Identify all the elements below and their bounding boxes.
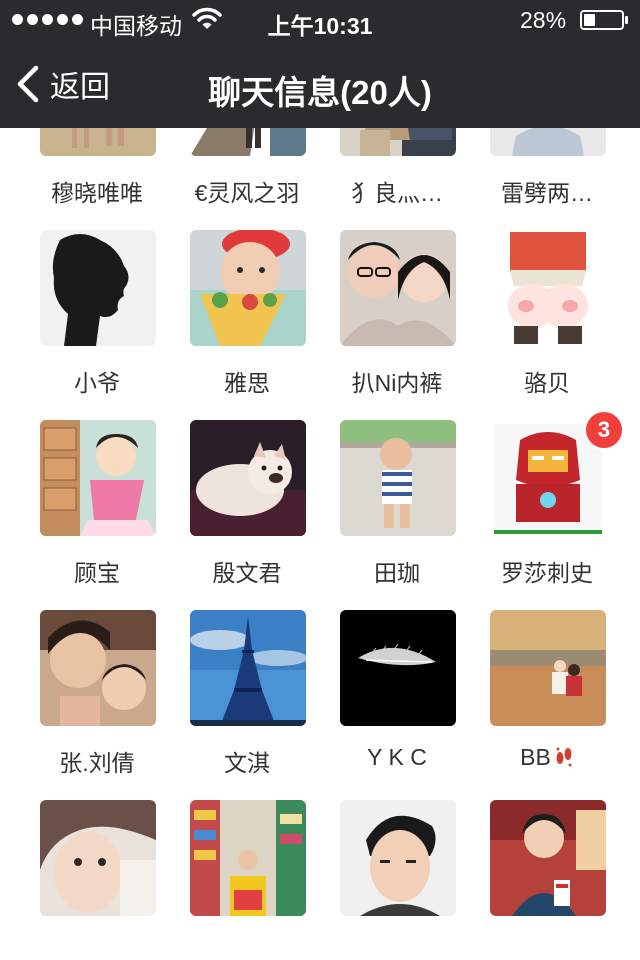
member-avatar[interactable] (490, 800, 606, 916)
member-name: €灵风之羽 (194, 180, 300, 206)
member-name: 顾宝 (74, 560, 120, 586)
member-avatar[interactable] (340, 610, 456, 726)
member-name: 穆晓唯唯 (51, 180, 143, 206)
member-name: 雷劈两… (501, 180, 593, 206)
member-name: 罗莎刺史 (501, 560, 593, 586)
navigation-bar: 返回 聊天信息(20人) (0, 40, 640, 128)
member-avatar[interactable] (340, 230, 456, 346)
unread-badge: 3 (584, 410, 624, 450)
member-name: 犭良灬… (351, 180, 443, 206)
member-avatar[interactable] (40, 128, 156, 156)
member-avatar[interactable] (40, 800, 156, 916)
member-avatar[interactable] (190, 128, 306, 156)
member-name: 殷文君 (212, 560, 282, 586)
member-avatar[interactable] (340, 128, 456, 156)
member-name: Y K C (367, 744, 427, 770)
member-avatar[interactable] (490, 610, 606, 726)
member-avatar[interactable] (190, 230, 306, 346)
member-name: 田珈 (374, 560, 420, 586)
member-avatar[interactable] (190, 800, 306, 916)
battery-percentage: 28% (520, 7, 567, 33)
member-grid: 穆晓唯唯 €灵风之羽 犭良灬… 雷劈两… 小爷 雅思 扒Ni内裤 骆贝顾宝 殷文君 田珈 3 罗莎刺史… (0, 128, 640, 960)
member-item[interactable]: 犭良灬… (322, 128, 472, 210)
member-item[interactable] (22, 800, 172, 960)
member-avatar[interactable] (490, 128, 606, 156)
member-name: 小爷 (74, 370, 120, 396)
member-name: 扒Ni内裤 (351, 370, 443, 396)
member-item[interactable]: 殷文君 (172, 420, 322, 590)
member-item[interactable]: 小爷 (22, 230, 172, 400)
member-item[interactable]: 田珈 (322, 420, 472, 590)
member-item[interactable]: 雅思 (172, 230, 322, 400)
member-name: 张.刘倩 (59, 750, 135, 776)
status-bar: 中国移动 上午10:31 28% (0, 0, 640, 40)
member-item[interactable]: 文淇 (172, 610, 322, 780)
member-avatar[interactable] (40, 230, 156, 346)
member-item[interactable] (172, 800, 322, 960)
member-item[interactable]: Y K C (322, 610, 472, 780)
member-item[interactable]: €灵风之羽 (172, 128, 322, 210)
member-item[interactable] (322, 800, 472, 960)
member-avatar[interactable] (490, 230, 606, 346)
member-name: 骆贝 (524, 370, 570, 396)
member-name: 文淇 (224, 750, 270, 776)
footprints-icon (551, 747, 574, 770)
member-item[interactable]: 雷劈两… (472, 128, 622, 210)
member-item[interactable] (472, 800, 622, 960)
member-item[interactable]: 张.刘倩 (22, 610, 172, 780)
battery-icon (580, 10, 628, 30)
member-item[interactable]: 扒Ni内裤 (322, 230, 472, 400)
member-avatar[interactable] (190, 420, 306, 536)
page-title: 聊天信息(20人) (208, 74, 432, 111)
member-item[interactable]: BB (472, 610, 622, 780)
member-item[interactable]: 3 罗莎刺史 (472, 410, 624, 590)
member-name: BB (472, 744, 622, 771)
member-avatar[interactable] (190, 610, 306, 726)
member-name: 雅思 (224, 370, 270, 396)
member-item[interactable]: 顾宝 (22, 420, 172, 590)
member-item[interactable]: 骆贝 (472, 230, 622, 400)
member-avatar[interactable] (40, 610, 156, 726)
member-item[interactable]: 穆晓唯唯 (22, 128, 172, 210)
member-avatar[interactable] (340, 800, 456, 916)
member-avatar[interactable] (340, 420, 456, 536)
member-avatar[interactable] (40, 420, 156, 536)
